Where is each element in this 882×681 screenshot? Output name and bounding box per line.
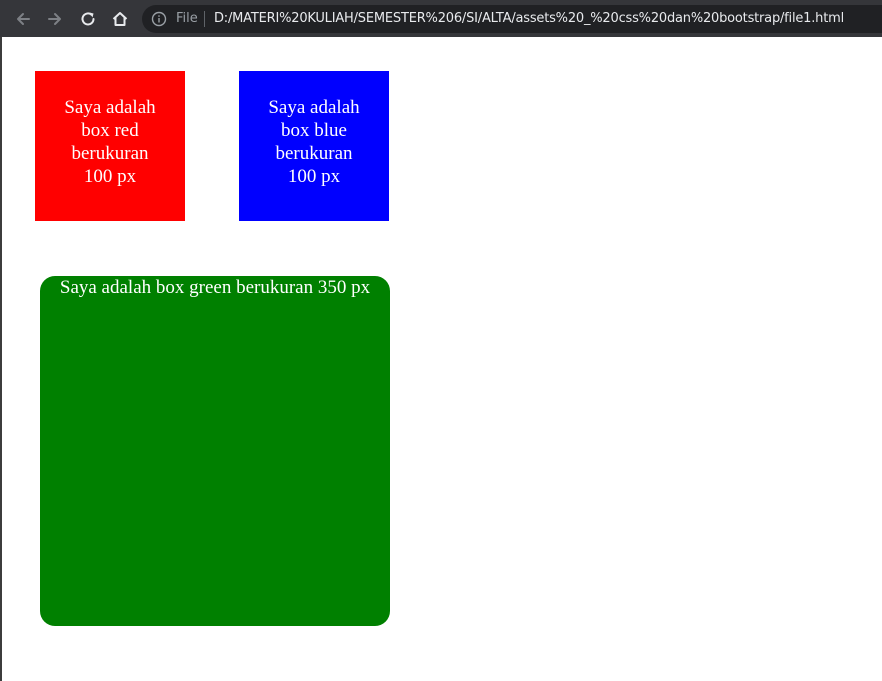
url-text[interactable]: D:/MATERI%20KULIAH/SEMESTER%206/SI/ALTA/… — [214, 10, 844, 28]
reload-icon — [81, 12, 95, 26]
omnibox-divider — [204, 11, 205, 27]
home-button[interactable] — [107, 6, 133, 32]
green-box: Saya adalah box green berukuran 350 px — [40, 276, 390, 626]
red-box: Saya adalah box red berukuran 100 px — [35, 71, 185, 221]
back-icon — [17, 13, 30, 25]
forward-button[interactable] — [42, 6, 68, 32]
browser-toolbar: File D:/MATERI%20KULIAH/SEMESTER%206/SI/… — [0, 0, 882, 37]
address-bar[interactable]: File D:/MATERI%20KULIAH/SEMESTER%206/SI/… — [142, 5, 882, 33]
window-left-edge — [0, 37, 2, 681]
forward-icon — [48, 13, 61, 25]
url-scheme-label: File — [176, 11, 198, 26]
back-button[interactable] — [10, 6, 36, 32]
blue-box: Saya adalah box blue berukuran 100 px — [239, 71, 389, 221]
home-icon — [112, 12, 128, 26]
reload-button[interactable] — [75, 6, 101, 32]
info-icon[interactable] — [151, 11, 167, 27]
